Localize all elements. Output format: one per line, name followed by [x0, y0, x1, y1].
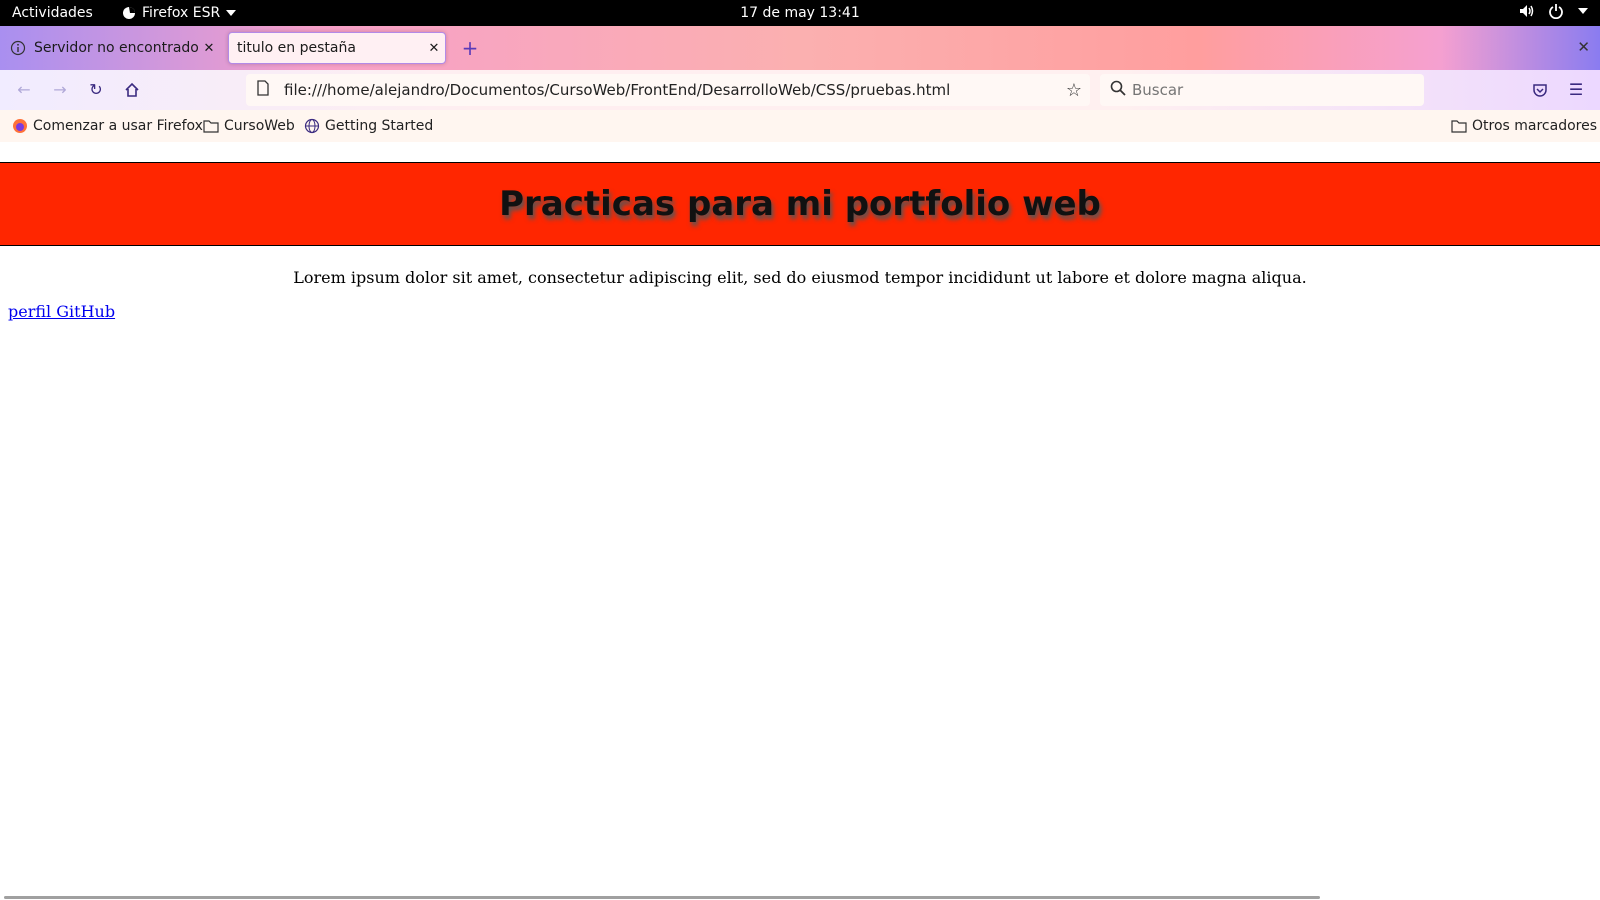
search-input[interactable] [1130, 80, 1414, 100]
hamburger-menu-icon[interactable]: ☰ [1564, 78, 1588, 102]
search-icon [1110, 80, 1130, 100]
globe-icon [304, 118, 320, 134]
tab-label: titulo en pestaña [237, 40, 356, 56]
close-tab-icon[interactable]: ✕ [198, 41, 220, 56]
new-tab-button[interactable]: + [456, 34, 484, 62]
forward-arrow-icon[interactable]: → [48, 78, 72, 102]
bookmark-label: Getting Started [325, 118, 434, 134]
tab-servidor-no-encontrado[interactable]: Servidor no encontrado ✕ [6, 32, 220, 64]
clock[interactable]: 17 de may 13:41 [0, 5, 1600, 21]
other-bookmarks-label: Otros marcadores [1472, 118, 1598, 134]
reload-icon[interactable]: ↻ [84, 78, 108, 102]
bookmark-star-icon[interactable]: ☆ [1058, 80, 1090, 101]
page-icon [256, 80, 276, 100]
power-icon [1549, 4, 1563, 19]
lorem-paragraph: Lorem ipsum dolor sit amet, consectetur … [293, 268, 1307, 287]
tab-strip: Servidor no encontrado ✕ titulo en pesta… [0, 26, 1600, 70]
close-tab-icon[interactable]: ✕ [423, 41, 445, 56]
url-text: file:///home/alejandro/Documentos/CursoW… [284, 81, 951, 99]
page-header: Practicas para mi portfolio web [0, 162, 1600, 246]
back-arrow-icon[interactable]: ← [12, 78, 36, 102]
bookmark-label: CursoWeb [224, 118, 295, 134]
bookmark-comenzar-firefox[interactable]: Comenzar a usar Firefox [12, 118, 203, 134]
bookmark-getting-started[interactable]: Getting Started [304, 118, 433, 134]
chevron-down-icon [1578, 8, 1588, 14]
pocket-icon[interactable] [1528, 78, 1552, 102]
github-profile-link[interactable]: perfil GitHub [8, 302, 115, 321]
url-bar[interactable]: file:///home/alejandro/Documentos/CursoW… [246, 74, 1090, 106]
system-tray[interactable] [1518, 3, 1588, 19]
other-bookmarks-folder[interactable]: Otros marcadores [1451, 118, 1597, 134]
bookmark-label: Comenzar a usar Firefox [33, 118, 203, 134]
folder-icon [203, 120, 219, 133]
home-icon[interactable] [120, 78, 144, 102]
search-box[interactable] [1100, 74, 1424, 106]
info-icon [10, 40, 26, 56]
close-window-icon[interactable]: ✕ [1577, 38, 1590, 56]
page-viewport: Practicas para mi portfolio web Lorem ip… [0, 142, 1600, 900]
page-title: Practicas para mi portfolio web [499, 184, 1101, 224]
tab-label: Servidor no encontrado [34, 40, 198, 56]
bookmarks-toolbar: Comenzar a usar Firefox CursoWeb Getting… [0, 110, 1600, 143]
firefox-icon [13, 119, 27, 133]
system-top-bar: Actividades Firefox ESR 17 de may 13:41 [0, 0, 1600, 26]
horizontal-scrollbar[interactable] [4, 896, 1320, 899]
volume-icon [1520, 5, 1534, 17]
navigation-toolbar: ← → ↻ file:///home/alejandro/Documentos/… [0, 70, 1600, 110]
bookmark-cursoweb[interactable]: CursoWeb [203, 118, 295, 134]
folder-icon [1451, 120, 1467, 133]
tab-titulo-en-pestana[interactable]: titulo en pestaña ✕ [228, 32, 446, 64]
